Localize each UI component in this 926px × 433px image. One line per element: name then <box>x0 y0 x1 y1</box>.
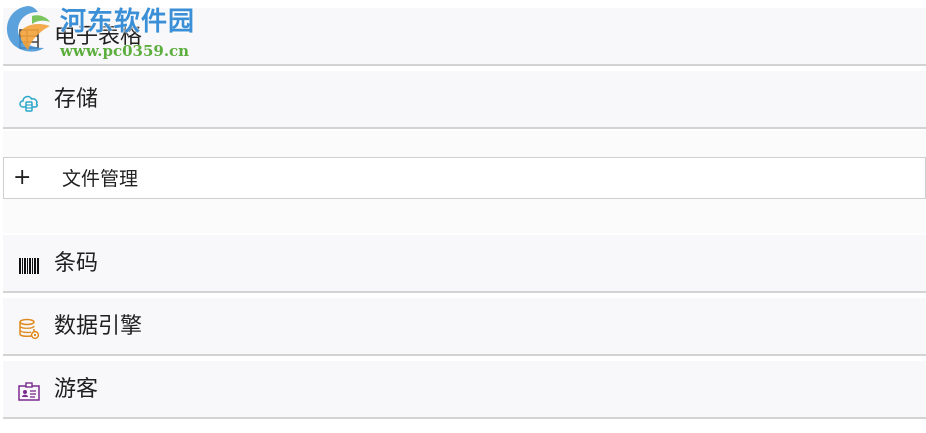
expand-plus-icon[interactable]: + <box>13 165 31 191</box>
group-spacer <box>3 131 926 157</box>
panel-barcode-label: 条码 <box>54 251 99 276</box>
panel-barcode[interactable]: 条码 <box>3 235 926 293</box>
group-spacer <box>3 199 926 233</box>
cloud-storage-icon <box>17 90 41 114</box>
panel-guest[interactable]: 游客 <box>3 361 926 419</box>
panel-data-engine[interactable]: 数据引擎 <box>3 298 926 356</box>
file-management-label: 文件管理 <box>62 168 139 190</box>
watermark-logo-icon <box>2 2 54 58</box>
barcode-icon <box>17 254 41 278</box>
watermark: 河东软件园 www.pc0359.cn <box>0 0 200 64</box>
watermark-url: www.pc0359.cn <box>60 42 190 60</box>
watermark-title: 河东软件园 <box>60 7 196 37</box>
panel-storage[interactable]: 存储 <box>3 71 926 129</box>
id-card-icon <box>17 380 41 404</box>
database-gear-icon <box>17 317 41 341</box>
panel-guest-label: 游客 <box>54 377 99 402</box>
file-management-row[interactable]: + 文件管理 <box>3 157 926 199</box>
panel-storage-label: 存储 <box>54 87 99 112</box>
panel-data-engine-label: 数据引擎 <box>54 314 143 339</box>
